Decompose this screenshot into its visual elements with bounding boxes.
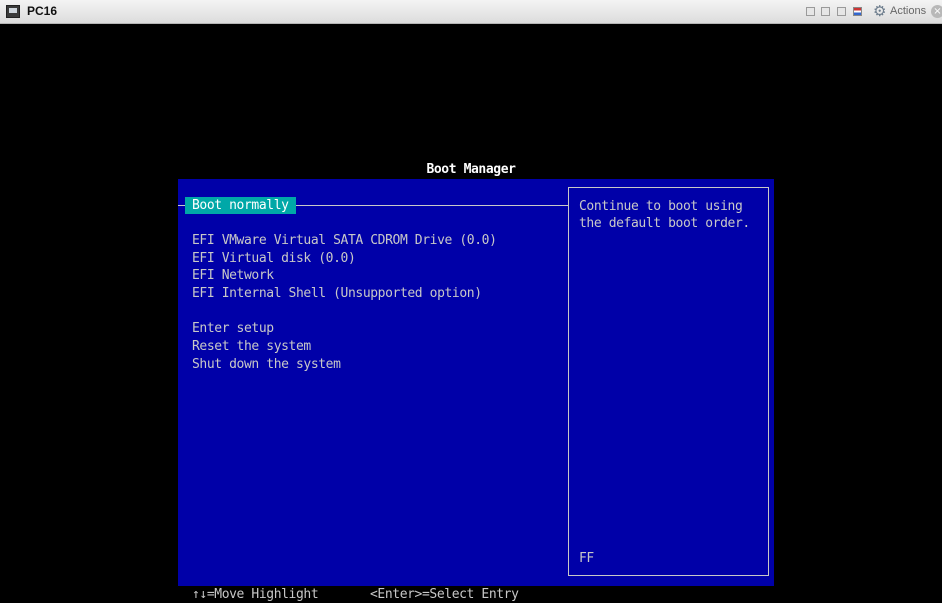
- menu-item-virtual-disk[interactable]: EFI Virtual disk (0.0): [192, 250, 356, 267]
- flag-icon[interactable]: [853, 7, 862, 16]
- vm-window-bar: PC16 ⚙ Actions ×: [0, 0, 942, 24]
- menu-item-enter-setup[interactable]: Enter setup: [192, 320, 274, 337]
- hint-move-highlight: ↑↓=Move Highlight: [192, 587, 319, 602]
- help-footer: FF: [579, 551, 594, 566]
- actions-menu[interactable]: Actions: [890, 5, 926, 17]
- bios-screen: Boot Manager Boot normally EFI VMware Vi…: [0, 25, 942, 602]
- menu-item-boot-normally[interactable]: Boot normally: [185, 197, 296, 214]
- hint-select-entry: <Enter>=Select Entry: [370, 587, 519, 602]
- menu-item-shutdown[interactable]: Shut down the system: [192, 356, 341, 373]
- menu-item-cdrom[interactable]: EFI VMware Virtual SATA CDROM Drive (0.0…: [192, 232, 497, 249]
- help-text: Continue to boot using the default boot …: [579, 199, 750, 231]
- close-icon[interactable]: ×: [931, 5, 942, 18]
- menu-item-network[interactable]: EFI Network: [192, 267, 274, 284]
- boot-manager-panel: Boot normally EFI VMware Virtual SATA CD…: [178, 179, 774, 586]
- gear-icon[interactable]: ⚙: [873, 3, 888, 20]
- vm-title: PC16: [27, 4, 58, 18]
- boot-manager-title: Boot Manager: [426, 162, 516, 177]
- menu-item-internal-shell[interactable]: EFI Internal Shell (Unsupported option): [192, 285, 482, 302]
- menu-item-reset[interactable]: Reset the system: [192, 338, 311, 355]
- fullscreen-icon[interactable]: [837, 7, 846, 16]
- resize-icon[interactable]: [821, 7, 830, 16]
- vm-monitor-icon: [6, 5, 20, 18]
- help-box: Continue to boot using the default boot …: [568, 187, 769, 576]
- fit-window-icon[interactable]: [806, 7, 815, 16]
